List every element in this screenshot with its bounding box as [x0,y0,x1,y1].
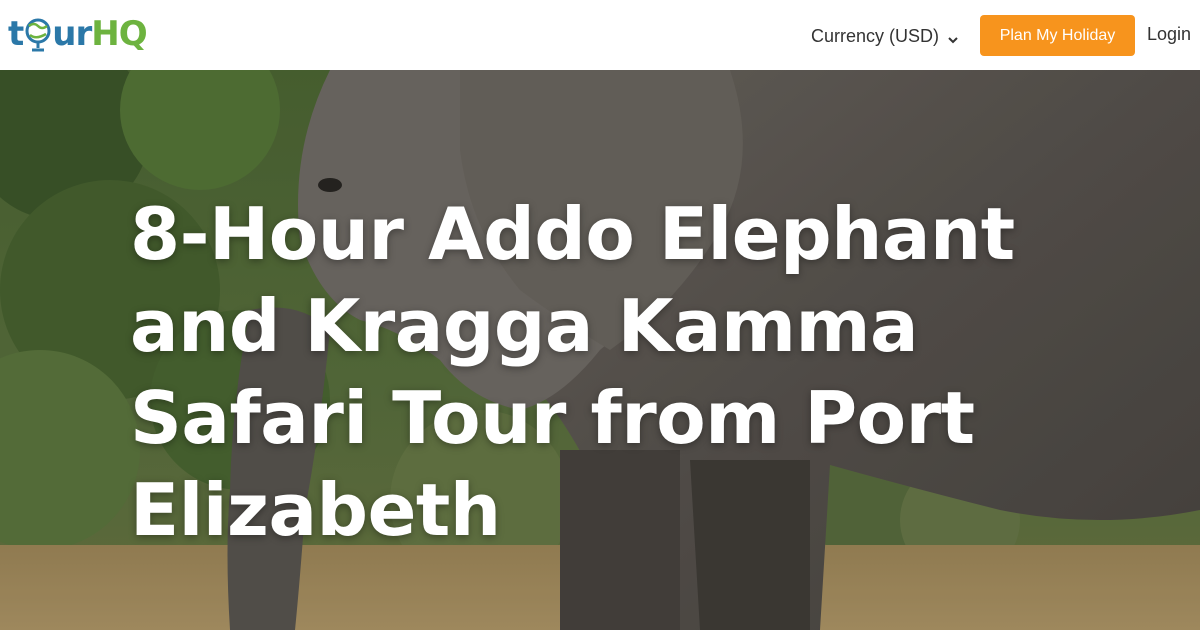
site-header: t ur HQ Currency (USD) Plan My Holiday L… [0,0,1200,70]
globe-icon [24,14,52,54]
tourhq-logo[interactable]: t ur HQ [8,10,148,58]
plan-my-holiday-button[interactable]: Plan My Holiday [980,15,1135,56]
chevron-down-icon [947,30,959,44]
hero-banner: 8-Hour Addo Elephant and Kragga Kamma Sa… [0,70,1200,630]
login-link[interactable]: Login [1147,24,1191,45]
currency-selector[interactable]: Currency (USD) [811,24,959,48]
currency-label: Currency (USD) [811,25,940,46]
page-title: 8-Hour Addo Elephant and Kragga Kamma Sa… [130,192,1015,552]
